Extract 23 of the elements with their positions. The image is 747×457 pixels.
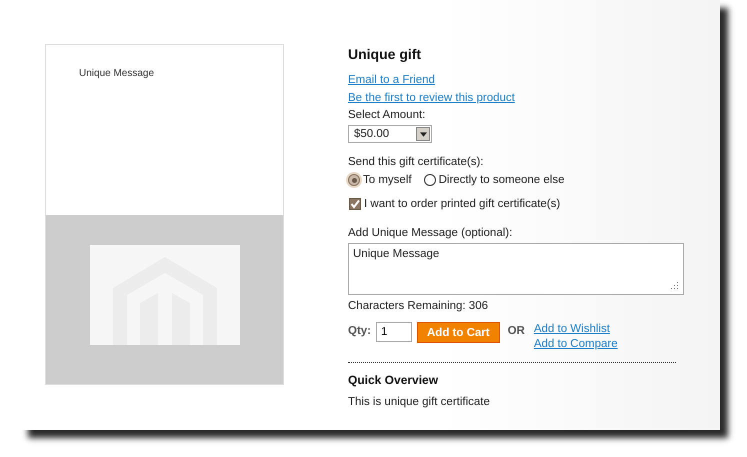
preview-message: Unique Message	[79, 68, 154, 79]
amount-select[interactable]: $50.00	[348, 125, 432, 143]
radio-button[interactable]	[348, 174, 360, 186]
message-label: Add Unique Message (optional):	[348, 226, 512, 240]
checkbox[interactable]	[349, 198, 361, 210]
radio-option[interactable]: To myself	[348, 174, 412, 186]
send-label: Send this gift certificate(s):	[348, 155, 484, 169]
message-textarea[interactable]: Unique Message	[348, 243, 684, 295]
overview-text: This is unique gift certificate	[348, 396, 490, 408]
product-title: Unique gift	[348, 46, 422, 62]
overview-title: Quick Overview	[348, 373, 438, 387]
printed-checkbox-option[interactable]: I want to order printed gift certificate(s)	[349, 198, 560, 210]
product-link[interactable]: Email to a Friend	[348, 71, 435, 89]
action-link[interactable]: Add to Wishlist	[534, 322, 618, 337]
product-link[interactable]: Be the first to review this product	[348, 89, 515, 107]
amount-label: Select Amount:	[348, 108, 426, 122]
radio-option[interactable]: Directly to someone else	[424, 174, 564, 186]
qty-label: Qty:	[348, 325, 371, 337]
radio-button[interactable]	[424, 174, 436, 186]
qty-field[interactable]: 1	[376, 322, 412, 342]
action-link[interactable]: Add to Compare	[534, 337, 618, 352]
or-label: OR	[508, 325, 525, 337]
characters-remaining: Characters Remaining: 306	[348, 299, 488, 313]
